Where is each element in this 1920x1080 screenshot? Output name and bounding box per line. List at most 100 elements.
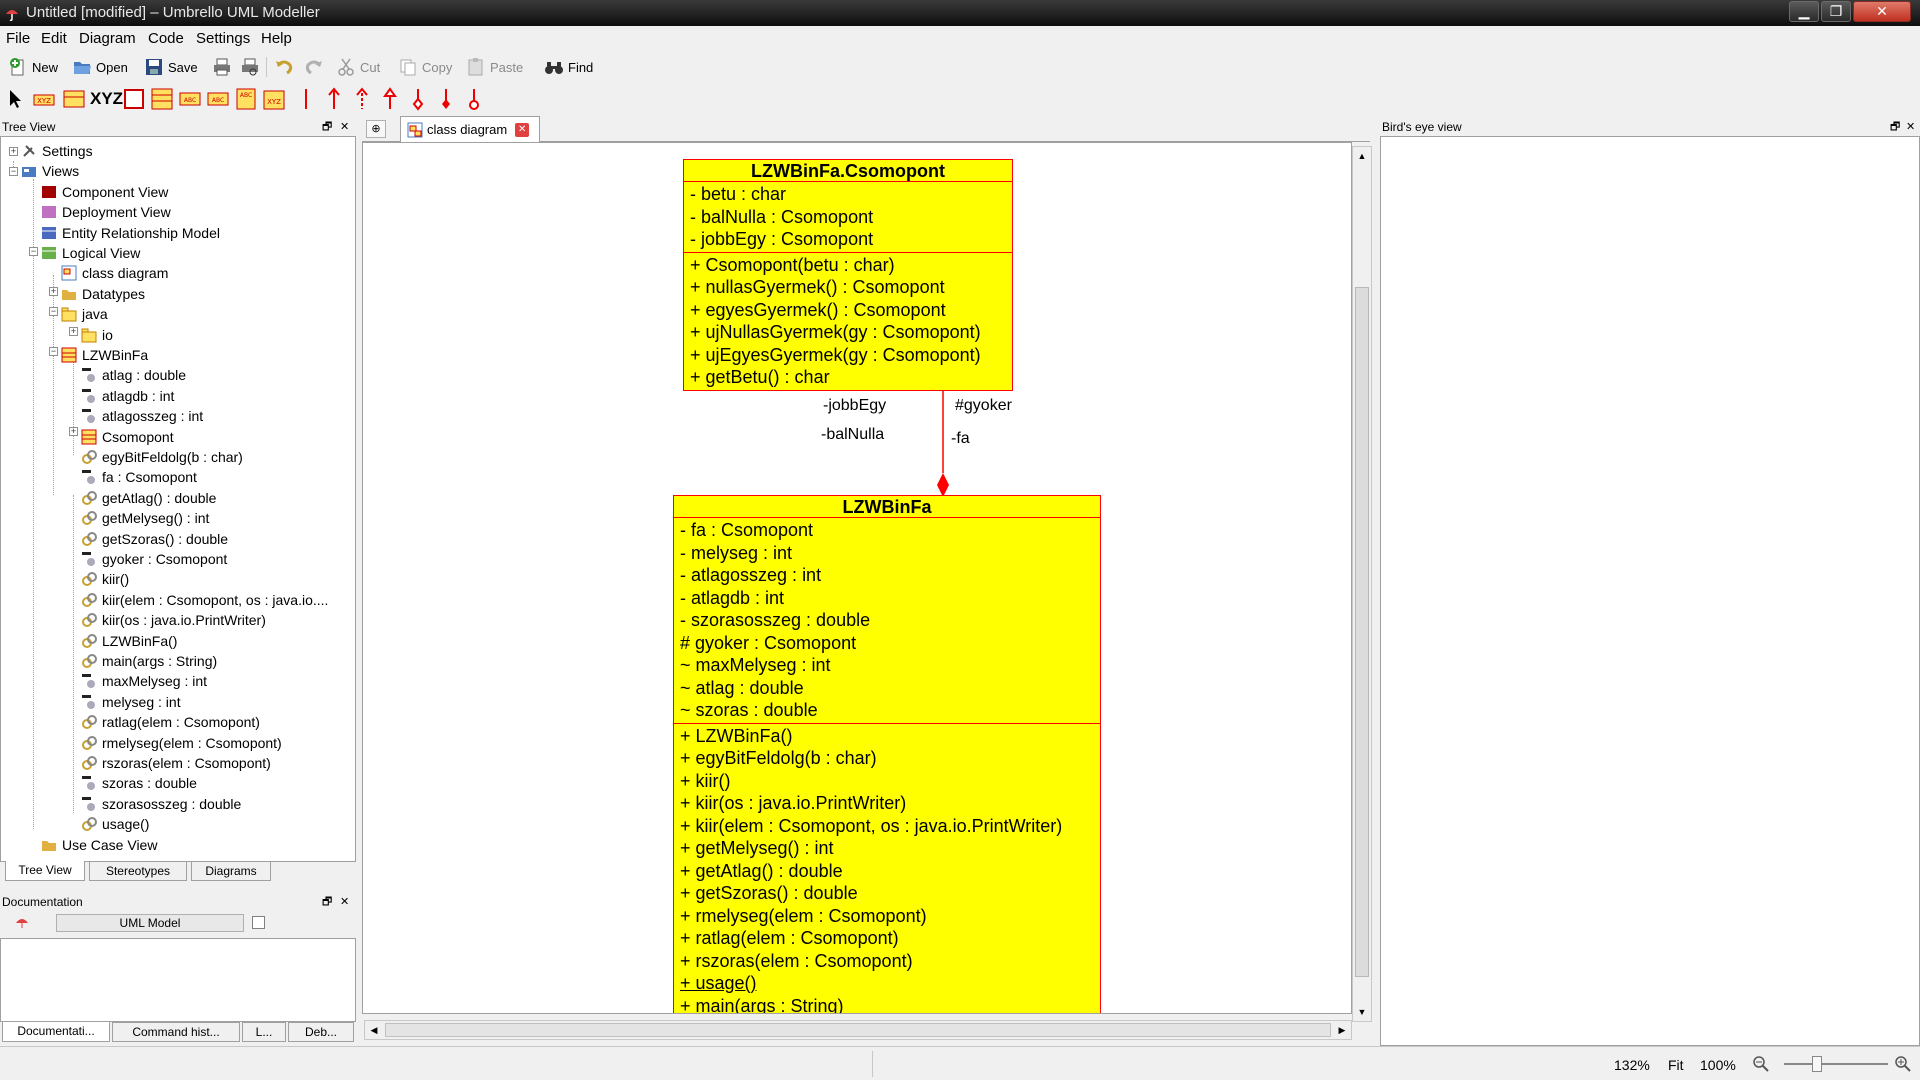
dependency-tool-icon[interactable] <box>350 87 374 111</box>
canvas-vertical-scrollbar[interactable]: ▲ ▼ <box>1352 146 1372 1022</box>
role-label-jobbegy[interactable]: -jobbEgy <box>823 397 886 415</box>
menu-settings[interactable]: Settings <box>196 30 250 47</box>
collapse-logical-view[interactable]: − <box>29 247 38 256</box>
find-button[interactable]: Find <box>544 55 593 79</box>
open-button[interactable]: Open <box>72 55 128 79</box>
float-panel-icon[interactable]: 🗗 <box>1890 118 1900 136</box>
close-tab-icon[interactable]: ✕ <box>515 122 530 137</box>
tree-item[interactable]: Settings <box>21 141 93 161</box>
collapse-lzwbinfa[interactable]: − <box>49 347 58 356</box>
tree-item[interactable]: kiir() <box>81 569 129 589</box>
tab-command-history[interactable]: Command hist... <box>112 1022 240 1042</box>
tree-item[interactable]: szoras : double <box>81 773 197 793</box>
tree-item[interactable]: Csomopont <box>81 427 174 447</box>
tree-item[interactable]: usage() <box>81 814 149 834</box>
tree-item[interactable]: kiir(elem : Csomopont, os : java.io.... <box>81 590 328 610</box>
composition-tool-icon[interactable] <box>434 87 458 111</box>
containment-tool-icon[interactable] <box>462 87 486 111</box>
print-preview-icon[interactable] <box>240 57 260 77</box>
class-csomopont[interactable]: LZWBinFa.Csomopont - betu : char - balNul… <box>683 159 1013 391</box>
tree-item[interactable]: io <box>81 325 113 345</box>
tab-debug[interactable]: Deb... <box>288 1022 354 1042</box>
menu-edit[interactable]: Edit <box>41 30 67 47</box>
zoom-fit-button[interactable]: Fit <box>1668 1057 1684 1073</box>
tree-item[interactable]: getAtlag() : double <box>81 488 216 508</box>
tree-item[interactable]: LZWBinFa() <box>81 631 177 651</box>
collapse-java[interactable]: − <box>49 307 58 316</box>
tree-item[interactable]: Views <box>21 161 79 181</box>
tree-item[interactable]: Component View <box>41 182 168 202</box>
scroll-down-icon[interactable]: ▼ <box>1353 1003 1371 1021</box>
documentation-textarea[interactable] <box>0 938 356 1022</box>
class-lzwbinfa[interactable]: LZWBinFa - fa : Csomopont - melyseg : int… <box>673 495 1101 1013</box>
scroll-thumb[interactable] <box>385 1023 1331 1037</box>
tab-stereotypes[interactable]: Stereotypes <box>89 861 187 881</box>
copy-button[interactable]: Copy <box>398 55 452 79</box>
close-panel-icon[interactable]: ✕ <box>340 893 349 911</box>
association-tool-icon[interactable] <box>294 87 318 111</box>
diagram-canvas[interactable]: LZWBinFa.Csomopont - betu : char - balNul… <box>362 142 1352 1014</box>
tab-class-diagram[interactable]: class diagram ✕ <box>400 116 540 142</box>
scroll-up-icon[interactable]: ▲ <box>1353 147 1371 165</box>
tree-item[interactable]: getMelyseg() : int <box>81 508 209 528</box>
zoom-100-button[interactable]: 100% <box>1700 1057 1736 1073</box>
zoom-slider[interactable] <box>1784 1063 1888 1065</box>
package-tool-icon[interactable] <box>150 87 174 111</box>
float-panel-icon[interactable]: 🗗 <box>322 893 332 911</box>
entity-tool-icon[interactable]: ABC <box>234 87 258 111</box>
tree-item[interactable]: fa : Csomopont <box>81 467 197 487</box>
new-tab-icon[interactable]: ⊕ <box>366 120 386 138</box>
tree-item[interactable]: atlagosszeg : int <box>81 406 203 426</box>
tree-item[interactable]: kiir(os : java.io.PrintWriter) <box>81 610 266 630</box>
cut-button[interactable]: Cut <box>336 55 380 79</box>
tree-item[interactable]: egyBitFeldolg(b : char) <box>81 447 243 467</box>
tree-item[interactable]: Deployment View <box>41 202 171 222</box>
maximize-button[interactable]: ❐ <box>1821 1 1851 22</box>
directional-assoc-icon[interactable] <box>322 87 346 111</box>
aggregation-tool-icon[interactable] <box>406 87 430 111</box>
close-panel-icon[interactable]: ✕ <box>1906 118 1915 136</box>
tree-item[interactable]: Use Case View <box>41 835 157 855</box>
zoom-in-icon[interactable] <box>1894 1055 1912 1073</box>
close-window-button[interactable]: ✕ <box>1853 1 1911 22</box>
tree-item[interactable]: szorasosszeg : double <box>81 794 241 814</box>
expand-csomopont[interactable]: + <box>69 427 78 436</box>
select-arrow-icon[interactable] <box>4 87 28 111</box>
tree-item[interactable]: java <box>61 304 108 324</box>
collapse-views[interactable]: − <box>9 167 18 176</box>
uml-model-field[interactable]: UML Model <box>56 914 244 932</box>
expand-io[interactable]: + <box>69 327 78 336</box>
minimize-button[interactable]: ▁ <box>1789 1 1819 22</box>
class-tool-icon[interactable]: XYZ <box>32 87 56 111</box>
canvas-horizontal-scrollbar[interactable]: ◀ ▶ <box>364 1020 1352 1040</box>
tree-item[interactable]: main(args : String) <box>81 651 217 671</box>
menu-code[interactable]: Code <box>148 30 184 47</box>
menu-help[interactable]: Help <box>261 30 292 47</box>
birds-eye-view[interactable] <box>1380 136 1920 1046</box>
tree-item[interactable]: atlag : double <box>81 365 186 385</box>
tree-item[interactable]: rszoras(elem : Csomopont) <box>81 753 271 773</box>
tab-documentation[interactable]: Documentati... <box>2 1022 110 1042</box>
scroll-left-icon[interactable]: ◀ <box>365 1021 383 1039</box>
tree-item[interactable]: class diagram <box>61 263 168 283</box>
new-button[interactable]: New <box>8 55 58 79</box>
text-tool-xyz[interactable]: XYZ <box>90 87 123 111</box>
tree-item[interactable]: Entity Relationship Model <box>41 223 220 243</box>
enum-tool-icon[interactable]: ABC <box>178 87 202 111</box>
float-panel-icon[interactable]: 🗗 <box>322 118 332 136</box>
interface-tool-icon[interactable] <box>62 87 86 111</box>
generalization-tool-icon[interactable] <box>378 87 402 111</box>
tree-item[interactable]: rmelyseg(elem : Csomopont) <box>81 733 282 753</box>
save-button[interactable]: Save <box>144 55 198 79</box>
tree-item[interactable]: gyoker : Csomopont <box>81 549 227 569</box>
tree-item[interactable]: atlagdb : int <box>81 386 174 406</box>
undo-icon[interactable] <box>274 57 294 77</box>
datatype-tool-icon[interactable]: ABC <box>206 87 230 111</box>
scroll-right-icon[interactable]: ▶ <box>1333 1021 1351 1039</box>
zoom-slider-handle[interactable] <box>1812 1056 1822 1072</box>
tab-log[interactable]: L... <box>242 1022 286 1042</box>
tab-tree-view[interactable]: Tree View <box>5 861 85 881</box>
role-label-fa[interactable]: -fa <box>951 430 970 448</box>
redo-icon[interactable] <box>304 57 324 77</box>
tree-item[interactable]: ratlag(elem : Csomopont) <box>81 712 260 732</box>
